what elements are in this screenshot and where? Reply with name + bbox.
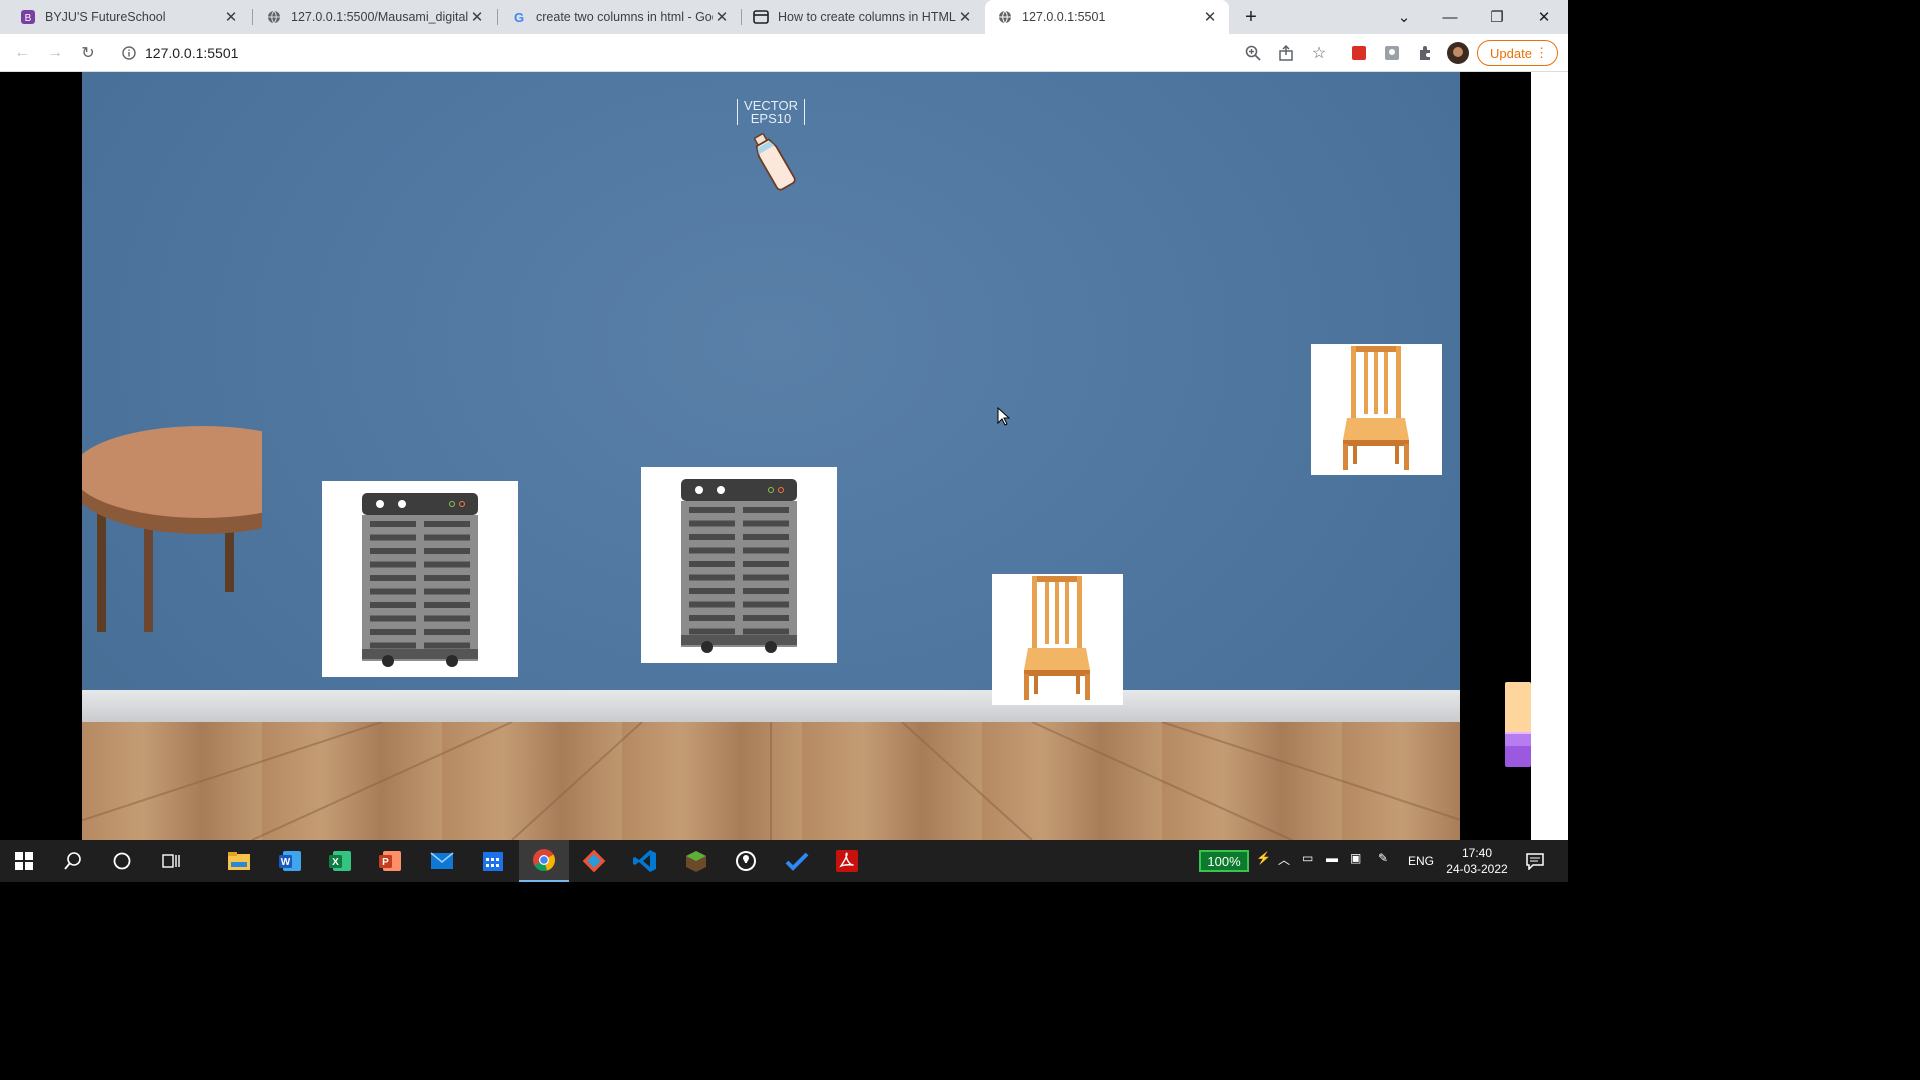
close-icon[interactable]: ✕ (468, 8, 486, 26)
svg-text:W: W (281, 857, 291, 868)
color-swatch (1505, 682, 1531, 767)
language-indicator[interactable]: ENG (1408, 854, 1434, 868)
tab-title: create two columns in html - Goo (536, 10, 713, 24)
battery-percent: 100% (1207, 853, 1241, 869)
avatar[interactable] (1447, 42, 1469, 64)
tab-mausami[interactable]: 127.0.0.1:5500/Mausami_digital_r ✕ (252, 0, 496, 34)
milk-bottle-icon (753, 133, 796, 191)
cortana-icon[interactable] (109, 848, 135, 874)
clock[interactable]: 17:40 24-03-2022 (1444, 845, 1510, 877)
close-icon[interactable]: ✕ (956, 8, 974, 26)
battery-indicator[interactable]: 100% (1199, 850, 1249, 872)
round-table-sprite[interactable] (82, 422, 262, 647)
extensions-puzzle-icon[interactable] (1415, 43, 1435, 63)
back-icon[interactable]: ← (12, 43, 32, 63)
svg-text:X: X (332, 857, 339, 868)
forward-icon[interactable]: → (45, 43, 65, 63)
baseboard (82, 690, 1460, 722)
notifications-icon[interactable] (1522, 848, 1548, 874)
new-tab-button[interactable]: + (1234, 0, 1268, 34)
watermark-line-2: EPS10 (750, 111, 792, 126)
calendar-icon[interactable] (480, 848, 506, 874)
chair-icon (1343, 346, 1409, 470)
game-canvas[interactable]: VECTOR EPS10 (82, 72, 1460, 840)
git-icon[interactable] (581, 848, 607, 874)
minecraft-icon[interactable] (683, 848, 709, 874)
todo-check-icon[interactable] (784, 848, 810, 874)
heater-icon (362, 493, 478, 667)
info-icon[interactable] (119, 43, 139, 63)
search-icon[interactable] (60, 848, 86, 874)
heater-sprite-2[interactable] (641, 467, 837, 663)
clock-time: 17:40 (1461, 846, 1493, 860)
close-window-icon[interactable]: ✕ (1521, 0, 1567, 34)
floor-planks (82, 722, 1460, 840)
svg-text:P: P (382, 857, 389, 868)
heater-sprite-1[interactable] (322, 481, 518, 677)
chair-sprite-2[interactable] (1311, 344, 1442, 475)
page-viewport: VECTOR EPS10 (0, 72, 1568, 840)
share-icon[interactable] (1276, 43, 1296, 63)
tab-google[interactable]: G create two columns in html - Goo ✕ (497, 0, 741, 34)
tray-chevron-icon[interactable]: ︿ (1278, 851, 1290, 868)
chair-sprite-1[interactable] (992, 574, 1123, 705)
windows-start-icon[interactable] (11, 848, 37, 874)
meet-icon[interactable]: ▭ (1302, 851, 1313, 865)
chrome-taskbar-icon[interactable] (519, 840, 569, 882)
google-icon: G (511, 9, 527, 25)
chair-icon (1024, 576, 1090, 700)
tab-title: How to create columns in HTML (778, 10, 956, 24)
page-icon (753, 9, 769, 25)
tab-search-icon[interactable]: ⌄ (1381, 0, 1427, 34)
page-right-margin (1531, 72, 1568, 840)
extension-gray-icon[interactable] (1382, 43, 1402, 63)
globe-icon (266, 9, 282, 25)
byjus-icon: B (20, 9, 36, 25)
file-explorer-icon[interactable] (226, 848, 252, 874)
svg-text:G: G (514, 10, 524, 24)
svg-text:B: B (25, 13, 32, 24)
acrobat-icon[interactable] (834, 848, 860, 874)
tab-title: BYJU'S FutureSchool (45, 10, 166, 24)
tab-active[interactable]: 127.0.0.1:5501 ✕ (985, 0, 1229, 34)
globe-icon (997, 9, 1013, 25)
menu-dots-icon[interactable]: ⋮ (1535, 45, 1548, 61)
vector-watermark: VECTOR EPS10 (737, 99, 805, 125)
vscode-icon[interactable] (632, 848, 658, 874)
pen-icon[interactable]: ✎ (1378, 851, 1388, 865)
plug-icon[interactable]: ⚡ (1256, 851, 1271, 865)
minimize-icon[interactable]: — (1427, 0, 1473, 34)
app-bulb-icon[interactable] (733, 848, 759, 874)
update-label: Update (1490, 45, 1532, 61)
tab-strip: B BYJU'S FutureSchool ✕ 127.0.0.1:5500/M… (0, 0, 1568, 34)
mail-icon[interactable] (429, 848, 455, 874)
excel-icon[interactable]: X (327, 848, 353, 874)
browser-toolbar: ← → ↻ 127.0.0.1:5501 ☆ Update ⋮ (0, 34, 1568, 72)
zoom-icon[interactable] (1243, 43, 1263, 63)
address-bar[interactable]: 127.0.0.1:5501 (110, 38, 1345, 68)
tab-title: 127.0.0.1:5501 (1022, 10, 1106, 24)
tab-byjus[interactable]: B BYJU'S FutureSchool ✕ (0, 0, 250, 34)
reload-icon[interactable]: ↻ (78, 43, 98, 63)
heater-icon (681, 479, 797, 653)
restore-icon[interactable]: ❐ (1474, 0, 1520, 34)
word-icon[interactable]: W (277, 848, 303, 874)
tab-title: 127.0.0.1:5500/Mausami_digital_r (291, 10, 468, 24)
windows-taskbar: W X P 100% ⚡ ︿ ▭ ▬ ▣ ✎ ENG 17:40 24-03-2… (0, 840, 1568, 882)
close-icon[interactable]: ✕ (713, 8, 731, 26)
update-button[interactable]: Update ⋮ (1477, 40, 1558, 66)
milk-bottle-sprite[interactable]: VECTOR EPS10 (736, 97, 806, 197)
close-icon[interactable]: ✕ (222, 8, 240, 26)
task-view-icon[interactable] (158, 848, 184, 874)
powerpoint-icon[interactable]: P (377, 848, 403, 874)
display-icon[interactable]: ▣ (1350, 851, 1361, 865)
close-icon[interactable]: ✕ (1201, 8, 1219, 26)
tab-columns[interactable]: How to create columns in HTML ✕ (741, 0, 984, 34)
clock-date: 24-03-2022 (1446, 862, 1508, 876)
mouse-cursor-icon (997, 407, 1011, 426)
extension-red-icon[interactable] (1349, 43, 1369, 63)
bookmark-star-icon[interactable]: ☆ (1309, 43, 1329, 63)
battery-icon[interactable]: ▬ (1326, 851, 1338, 865)
url-text: 127.0.0.1:5501 (145, 45, 239, 61)
